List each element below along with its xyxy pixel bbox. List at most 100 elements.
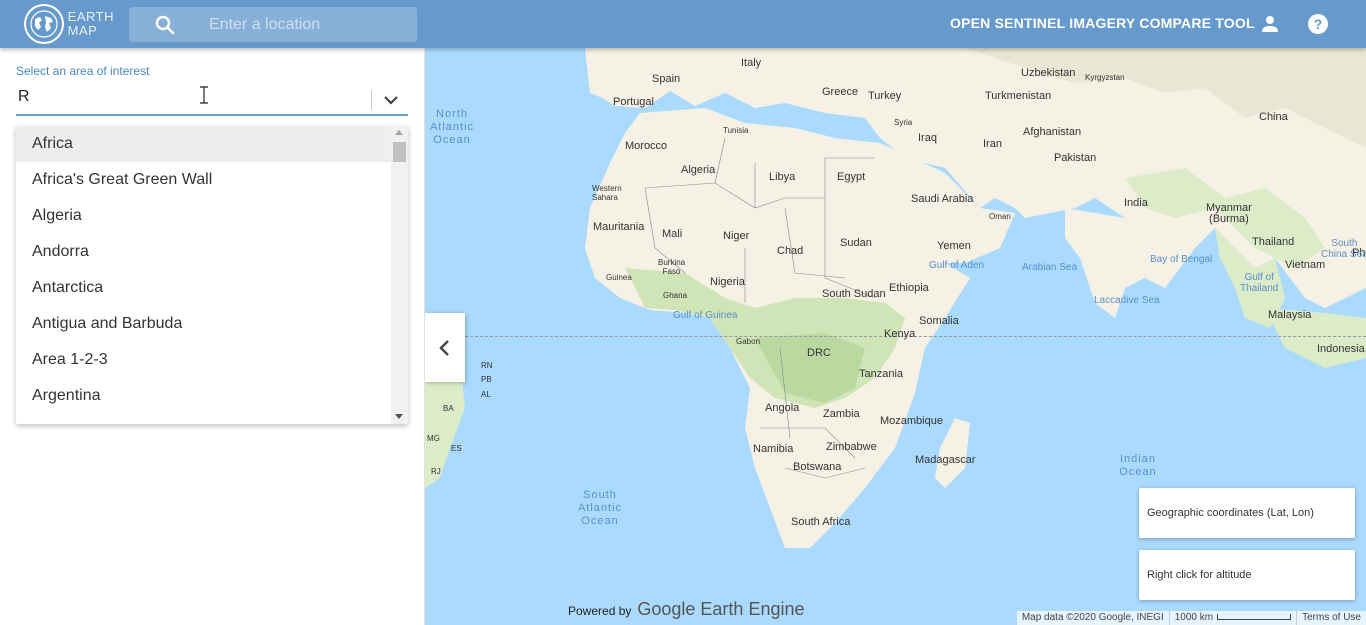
map-label: Burkina Faso	[658, 258, 686, 276]
earth-map-logo[interactable]: EARTH MAP	[24, 4, 114, 44]
map-label: Syria	[894, 118, 913, 127]
app-header: EARTH MAP OPEN SENTINEL IMAGERY COMPARE …	[0, 0, 1366, 48]
map-label: Zambia	[823, 408, 860, 420]
dropdown-scrollbar[interactable]	[391, 126, 408, 424]
map-label: RJ	[431, 467, 441, 476]
map-label: Mali	[662, 228, 683, 240]
dropdown-item[interactable]: Africa's Great Green Wall	[16, 162, 391, 198]
map-label: Madagascar	[915, 454, 976, 466]
map-label: Portugal	[613, 96, 654, 108]
map-label: Guinea	[606, 273, 632, 282]
scale-bar	[1217, 614, 1292, 621]
sidebar-panel: Select an area of interest Africa Africa…	[0, 48, 425, 625]
map-attribution: Map data ©2020 Google, INEGI 1000 km Ter…	[1016, 611, 1366, 625]
coordinates-box: Geographic coordinates (Lat, Lon)	[1139, 488, 1355, 538]
ocean-label: South Atlantic Ocean	[577, 489, 623, 527]
app-title: OPEN SENTINEL IMAGERY COMPARE TOOL	[950, 15, 1255, 31]
map-label: Iraq	[918, 132, 937, 144]
map-label: Zimbabwe	[826, 441, 877, 453]
map-data-attribution: Map data ©2020 Google, INEGI	[1021, 612, 1164, 623]
map-label: MG	[427, 434, 440, 443]
gee-logo-text: Google Earth Engine	[637, 599, 805, 619]
map-label: Thailand	[1252, 236, 1295, 248]
scale-indicator[interactable]: 1000 km	[1168, 611, 1296, 625]
map-label: Oman	[989, 212, 1011, 221]
map-label: Italy	[741, 57, 762, 69]
scroll-thumb[interactable]	[393, 142, 406, 162]
map-label: South Africa	[791, 516, 851, 528]
search-icon[interactable]	[155, 15, 175, 35]
map-label: Turkey	[868, 90, 902, 102]
scroll-up-arrow-icon[interactable]	[395, 130, 403, 135]
text-cursor-icon	[200, 86, 208, 104]
map-label: Greece	[822, 86, 859, 98]
map-label: Malaysia	[1268, 309, 1312, 321]
map-label: Nigeria	[710, 276, 745, 288]
dropdown-item[interactable]: Argentina	[16, 378, 391, 414]
map-label: Gabon	[736, 337, 761, 346]
ocean-label: North Atlantic Ocean	[429, 108, 475, 146]
collapse-sidebar-button[interactable]	[425, 313, 465, 382]
map-label: China	[1259, 111, 1288, 123]
logo-text: EARTH MAP	[67, 9, 114, 38]
chevron-down-icon[interactable]	[381, 90, 401, 110]
user-icon[interactable]	[1258, 12, 1282, 36]
chevron-left-icon	[439, 339, 449, 356]
map-label: Western Sahara	[592, 184, 622, 202]
map-label: Ghana	[663, 291, 688, 300]
map-label: Algeria	[681, 164, 716, 176]
dropdown-item[interactable]: Algeria	[16, 198, 391, 234]
water-label: South China Sea	[1321, 238, 1366, 260]
dropdown-item[interactable]: Antarctica	[16, 270, 391, 306]
svg-text:?: ?	[1314, 16, 1323, 32]
map-label: Mauritania	[593, 221, 645, 233]
dropdown-item[interactable]: Andorra	[16, 234, 391, 270]
scroll-down-arrow-icon[interactable]	[395, 414, 403, 419]
location-search-input[interactable]	[209, 15, 409, 34]
aoi-divider	[371, 90, 372, 110]
map-label: Ethiopia	[889, 282, 929, 294]
map-label: Uzbekistan	[1021, 67, 1076, 79]
map-label: DRC	[807, 347, 831, 359]
aoi-dropdown-list[interactable]: Africa Africa's Great Green Wall Algeria…	[16, 126, 408, 424]
map-label: Somalia	[919, 315, 959, 327]
water-label: Gulf of Guinea	[673, 310, 738, 321]
powered-by-gee: Powered by Google Earth Engine	[568, 599, 805, 620]
map-label: Afghanistan	[1023, 126, 1082, 138]
water-label: Gulf of Thailand	[1240, 272, 1279, 294]
map-label: Egypt	[837, 171, 866, 183]
map-label: BA	[443, 404, 454, 413]
map-label: Morocco	[625, 140, 668, 152]
map-label: Indonesia	[1317, 343, 1365, 355]
equator-line	[465, 336, 1366, 337]
globe-icon	[24, 4, 64, 44]
map-label: Myanmar (Burma)	[1206, 202, 1252, 225]
map-label: Kenya	[884, 328, 916, 340]
map-label: PB	[481, 375, 492, 384]
scale-label: 1000 km	[1174, 612, 1214, 623]
map-canvas[interactable]: Spain Portugal Italy Greece Turkey Uzbek…	[425, 48, 1366, 625]
map-label: South Sudan	[822, 288, 886, 300]
dropdown-item[interactable]: Antigua and Barbuda	[16, 306, 391, 342]
map-label: Libya	[769, 171, 796, 183]
map-label: Chad	[777, 245, 804, 257]
dropdown-item[interactable]: Area 1-2-3	[16, 342, 391, 378]
map-label: Mozambique	[880, 415, 943, 427]
location-search-box[interactable]	[129, 7, 417, 42]
map-label: Turkmenistan	[985, 90, 1052, 102]
terms-of-use-link[interactable]: Terms of Use	[1296, 611, 1366, 625]
dropdown-item[interactable]: Africa	[16, 126, 391, 162]
map-label: Niger	[723, 230, 750, 242]
aoi-select[interactable]	[16, 84, 408, 116]
aoi-label: Select an area of interest	[16, 64, 150, 78]
map-label: Yemen	[937, 240, 971, 252]
map-label: Angola	[765, 402, 800, 414]
aoi-input[interactable]	[18, 88, 358, 106]
map-label: AL	[481, 390, 491, 399]
help-icon[interactable]: ?	[1306, 12, 1330, 36]
map-label: Spain	[652, 73, 681, 85]
map-label: Kyrgyzstan	[1085, 73, 1125, 82]
map-label: Vietnam	[1285, 259, 1326, 271]
map-label: Tanzania	[859, 368, 904, 380]
water-label: Arabian Sea	[1022, 262, 1078, 273]
